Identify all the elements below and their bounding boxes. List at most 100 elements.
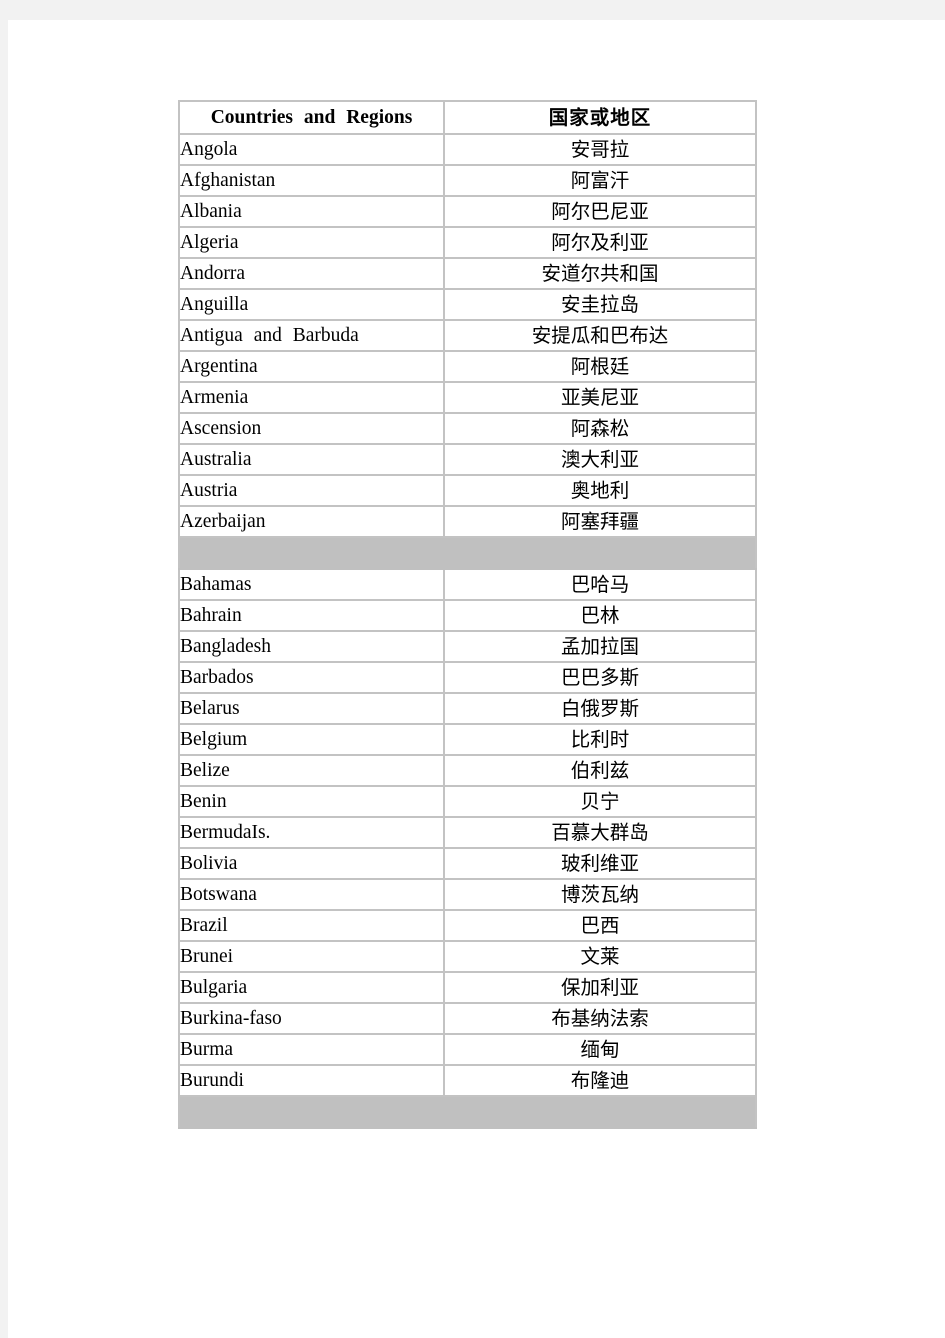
table-row: Austria 奥地利 [178,474,757,507]
country-name-chinese: 阿富汗 [443,164,757,197]
countries-and-regions-table: Countries and Regions 国家或地区 Angola 安哥拉 Afg… [178,100,757,1129]
country-name-chinese: 文莱 [443,940,757,973]
country-name-chinese: 布基纳法索 [443,1002,757,1035]
document-page: Countries and Regions 国家或地区 Angola 安哥拉 Afg… [8,20,945,1338]
country-name-chinese: 伯利兹 [443,754,757,787]
country-name-chinese: 阿根廷 [443,350,757,383]
table-row: Azerbaijan 阿塞拜疆 [178,505,757,538]
country-name-chinese: 巴哈马 [443,568,757,601]
country-name-chinese: 白俄罗斯 [443,692,757,725]
country-name-english: Barbados [178,661,445,694]
country-name-english: Armenia [178,381,445,414]
table-row: Burundi 布隆迪 [178,1064,757,1097]
section-separator-row [178,1095,757,1129]
country-name-english: Belize [178,754,445,787]
country-name-chinese: 缅甸 [443,1033,757,1066]
country-name-chinese: 巴林 [443,599,757,632]
table-row: Burkina-faso 布基纳法索 [178,1002,757,1035]
country-name-english: Australia [178,443,445,476]
country-name-english: Argentina [178,350,445,383]
country-name-chinese: 安道尔共和国 [443,257,757,290]
country-name-english: Anguilla [178,288,445,321]
country-name-chinese: 安圭拉岛 [443,288,757,321]
country-name-english: Andorra [178,257,445,290]
table-row: Anguilla 安圭拉岛 [178,288,757,321]
country-name-chinese: 保加利亚 [443,971,757,1004]
country-name-english: Bahamas [178,568,445,601]
table-row: Armenia 亚美尼亚 [178,381,757,414]
table-row: Antigua and Barbuda 安提瓜和巴布达 [178,319,757,352]
section-separator-row [178,536,757,570]
table-row: Belgium 比利时 [178,723,757,756]
country-name-english: Benin [178,785,445,818]
country-name-chinese: 澳大利亚 [443,443,757,476]
table-row: Algeria 阿尔及利亚 [178,226,757,259]
country-name-chinese: 巴西 [443,909,757,942]
country-name-english: Antigua and Barbuda [178,319,445,352]
table-row: Botswana 博茨瓦纳 [178,878,757,911]
country-name-english: Algeria [178,226,445,259]
table-row: Argentina 阿根廷 [178,350,757,383]
table-row: Benin 贝宁 [178,785,757,818]
country-name-chinese: 阿尔巴尼亚 [443,195,757,228]
country-name-chinese: 阿塞拜疆 [443,505,757,538]
table-row: Belize 伯利兹 [178,754,757,787]
country-name-english: Bolivia [178,847,445,880]
page-gutter-left [0,20,8,1338]
table-row: Bahamas 巴哈马 [178,568,757,601]
country-name-english: Burma [178,1033,445,1066]
table-row: Andorra 安道尔共和国 [178,257,757,290]
table-row: BermudaIs. 百慕大群岛 [178,816,757,849]
country-name-chinese: 比利时 [443,723,757,756]
country-name-english: Azerbaijan [178,505,445,538]
country-name-english: Albania [178,195,445,228]
country-name-english: Brunei [178,940,445,973]
table-row: Albania 阿尔巴尼亚 [178,195,757,228]
section-separator-band [178,1095,757,1129]
country-name-chinese: 奥地利 [443,474,757,507]
table-row: Burma 缅甸 [178,1033,757,1066]
country-name-english: Bangladesh [178,630,445,663]
section-separator-band [178,536,757,570]
column-header-chinese: 国家或地区 [443,100,757,135]
country-name-chinese: 安哥拉 [443,133,757,166]
country-name-english: Angola [178,133,445,166]
table-header: Countries and Regions 国家或地区 [178,100,757,135]
country-name-chinese: 博茨瓦纳 [443,878,757,911]
country-name-english: Belgium [178,723,445,756]
country-name-chinese: 布隆迪 [443,1064,757,1097]
table-row: Ascension 阿森松 [178,412,757,445]
country-name-english: Ascension [178,412,445,445]
country-name-chinese: 亚美尼亚 [443,381,757,414]
country-name-english: Bahrain [178,599,445,632]
country-name-chinese: 阿森松 [443,412,757,445]
table-row: Belarus 白俄罗斯 [178,692,757,725]
table-row: Bulgaria 保加利亚 [178,971,757,1004]
country-name-english: Belarus [178,692,445,725]
country-name-english: Botswana [178,878,445,911]
country-name-english: Bulgaria [178,971,445,1004]
country-name-chinese: 贝宁 [443,785,757,818]
country-name-chinese: 孟加拉国 [443,630,757,663]
table-row: Bahrain 巴林 [178,599,757,632]
country-name-english: Afghanistan [178,164,445,197]
country-name-chinese: 巴巴多斯 [443,661,757,694]
country-table-container: Countries and Regions 国家或地区 Angola 安哥拉 Afg… [178,100,757,1129]
country-name-chinese: 阿尔及利亚 [443,226,757,259]
table-row: Angola 安哥拉 [178,133,757,166]
table-row: Australia 澳大利亚 [178,443,757,476]
table-header-row: Countries and Regions 国家或地区 [178,100,757,135]
country-name-english: Burundi [178,1064,445,1097]
table-body: Angola 安哥拉 Afghanistan 阿富汗 Albania 阿尔巴尼亚 Alger… [178,133,757,1129]
table-row: Bangladesh 孟加拉国 [178,630,757,663]
country-name-english: Burkina-faso [178,1002,445,1035]
table-row: Brazil 巴西 [178,909,757,942]
country-name-english: Austria [178,474,445,507]
table-row: Barbados 巴巴多斯 [178,661,757,694]
table-row: Afghanistan 阿富汗 [178,164,757,197]
country-name-english: BermudaIs. [178,816,445,849]
country-name-chinese: 安提瓜和巴布达 [443,319,757,352]
page-gutter-top [0,0,945,20]
table-row: Bolivia 玻利维亚 [178,847,757,880]
table-row: Brunei 文莱 [178,940,757,973]
